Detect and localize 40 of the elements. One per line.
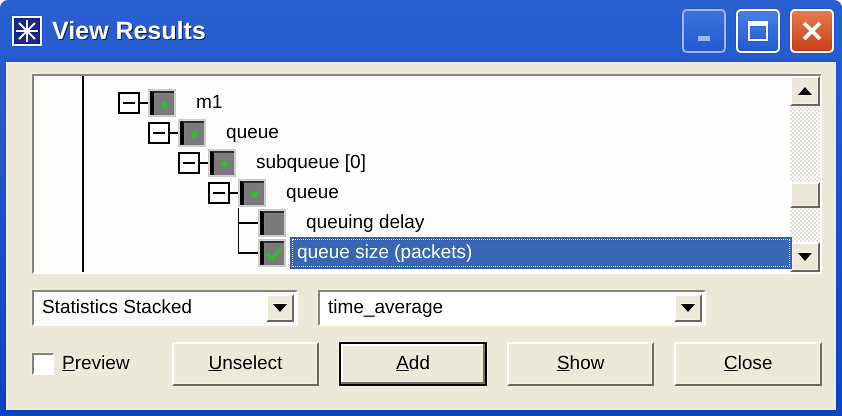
folder-node-icon [240,181,264,205]
scroll-up-button[interactable] [790,76,820,106]
tree-item[interactable]: queuing delay [302,210,428,236]
collapse-toggle[interactable] [148,122,170,144]
tree-connector [238,208,260,238]
maximize-button[interactable] [736,9,780,53]
down-arrow-icon [798,253,812,261]
folder-node-icon [180,121,204,145]
minimize-button[interactable] [682,9,726,53]
dropdown[interactable]: Statistics Stacked [32,290,298,326]
scrollbar[interactable] [790,76,820,272]
collapse-toggle[interactable] [118,92,140,114]
statistic-checkbox[interactable] [260,241,284,265]
action-button[interactable]: Unselect [172,342,320,386]
scroll-thumb[interactable] [790,182,820,208]
action-button[interactable]: Close [674,342,822,386]
star-icon [12,16,42,46]
preview-checkbox[interactable]: Preview [32,353,152,375]
tree-item[interactable]: subqueue [0] [252,150,370,176]
down-arrow-icon [681,304,695,312]
tree-item[interactable]: queue [282,180,343,206]
tree-item[interactable]: queue size (packets) [292,239,790,267]
folder-node-icon [210,151,234,175]
tree-item[interactable]: queue [222,120,283,146]
folder-node-icon [150,91,174,115]
tree-item[interactable]: m1 [192,90,226,116]
close-icon [801,20,823,42]
action-button[interactable]: Show [506,342,654,386]
dropdown[interactable]: time_average [318,290,706,326]
scroll-down-button[interactable] [790,242,820,272]
collapse-toggle[interactable] [208,182,230,204]
collapse-toggle[interactable] [178,152,200,174]
action-button[interactable]: Add [339,342,487,386]
statistic-checkbox[interactable] [260,211,284,235]
window-title: View Results [52,16,207,46]
minimize-icon [698,36,710,40]
close-button[interactable] [790,9,834,53]
down-arrow-icon [273,304,287,312]
up-arrow-icon [798,87,812,95]
maximize-icon [747,20,769,42]
